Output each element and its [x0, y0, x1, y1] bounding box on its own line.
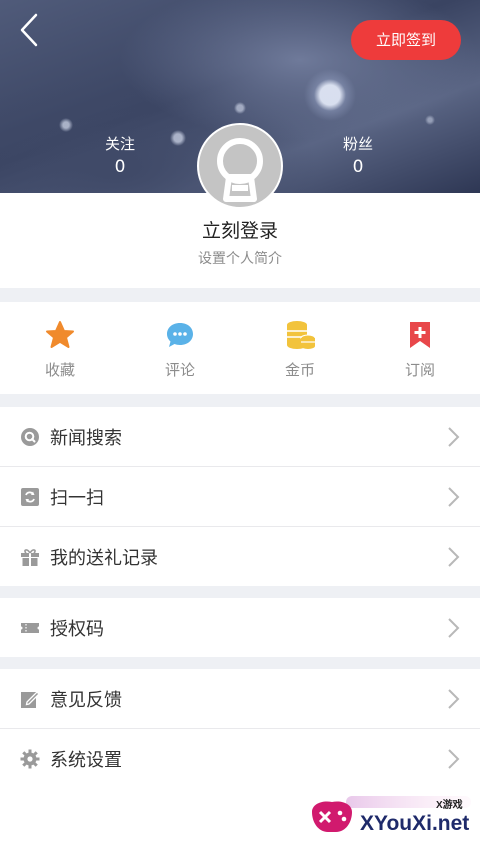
quick-favorites[interactable]: 收藏 — [0, 302, 120, 394]
follow-label: 关注 — [104, 135, 135, 153]
chevron-right-icon — [448, 688, 460, 709]
bookmark-plus-icon — [410, 322, 430, 348]
quick-subscriptions[interactable]: 订阅 — [360, 302, 480, 394]
follow-stat[interactable]: 关注 0 — [90, 134, 150, 180]
fans-count: 0 — [352, 157, 364, 177]
avatar-placeholder-icon — [217, 138, 263, 202]
menu-scan[interactable]: 扫一扫 — [0, 467, 480, 526]
chevron-right-icon — [448, 546, 460, 567]
coins-icon — [287, 321, 316, 349]
menu-gift-records-label: 我的送礼记录 — [50, 547, 158, 569]
watermark-text: XYouXi.net — [360, 812, 470, 835]
section-separator — [0, 586, 480, 598]
quick-actions: 收藏 评论 金币 订阅 — [0, 302, 480, 394]
watermark-small-text: X游戏 — [436, 800, 463, 811]
profile-page: 立即签到 关注 0 粉丝 0 立刻登录 设置个人简介 收藏 评论 金币 订阅 新… — [0, 0, 480, 853]
chevron-right-icon — [448, 426, 460, 447]
menu-gift-records[interactable]: 我的送礼记录 — [0, 527, 480, 586]
section-separator — [0, 288, 480, 302]
login-link[interactable]: 立刻登录 — [0, 216, 480, 243]
menu-auth-code[interactable]: 授权码 — [0, 598, 480, 657]
follow-count: 0 — [114, 157, 126, 177]
menu-news-search-label: 新闻搜索 — [50, 427, 122, 449]
star-icon — [46, 321, 74, 348]
menu-settings[interactable]: 系统设置 — [0, 729, 480, 788]
menu-auth-code-label: 授权码 — [50, 618, 104, 640]
ticket-icon — [21, 622, 39, 633]
back-icon[interactable] — [16, 12, 44, 48]
quick-favorites-label: 收藏 — [44, 361, 75, 379]
edit-icon — [21, 690, 40, 708]
gift-icon — [21, 548, 39, 566]
quick-comments-label: 评论 — [164, 361, 195, 379]
signin-button[interactable]: 立即签到 — [351, 20, 461, 60]
menu-scan-label: 扫一扫 — [50, 487, 104, 509]
search-icon — [21, 427, 39, 446]
quick-coins-label: 金币 — [284, 361, 315, 379]
section-separator — [0, 657, 480, 669]
menu-news-search[interactable]: 新闻搜索 — [0, 407, 480, 466]
bio-placeholder[interactable]: 设置个人简介 — [0, 248, 480, 268]
menu-feedback[interactable]: 意见反馈 — [0, 669, 480, 728]
gear-icon — [20, 749, 40, 768]
chevron-right-icon — [448, 748, 460, 769]
menu-settings-label: 系统设置 — [50, 749, 122, 771]
watermark: X游戏 XYouXi.net — [306, 792, 476, 848]
quick-subscriptions-label: 订阅 — [404, 361, 435, 379]
fans-label: 粉丝 — [342, 135, 373, 153]
avatar[interactable] — [197, 123, 283, 209]
menu-feedback-label: 意见反馈 — [50, 689, 122, 711]
chevron-right-icon — [448, 486, 460, 507]
section-separator — [0, 394, 480, 407]
quick-coins[interactable]: 金币 — [240, 302, 360, 394]
fans-stat[interactable]: 粉丝 0 — [328, 134, 388, 180]
quick-comments[interactable]: 评论 — [120, 302, 240, 394]
scan-icon — [21, 487, 39, 506]
chevron-right-icon — [448, 617, 460, 638]
comment-icon — [167, 323, 193, 347]
